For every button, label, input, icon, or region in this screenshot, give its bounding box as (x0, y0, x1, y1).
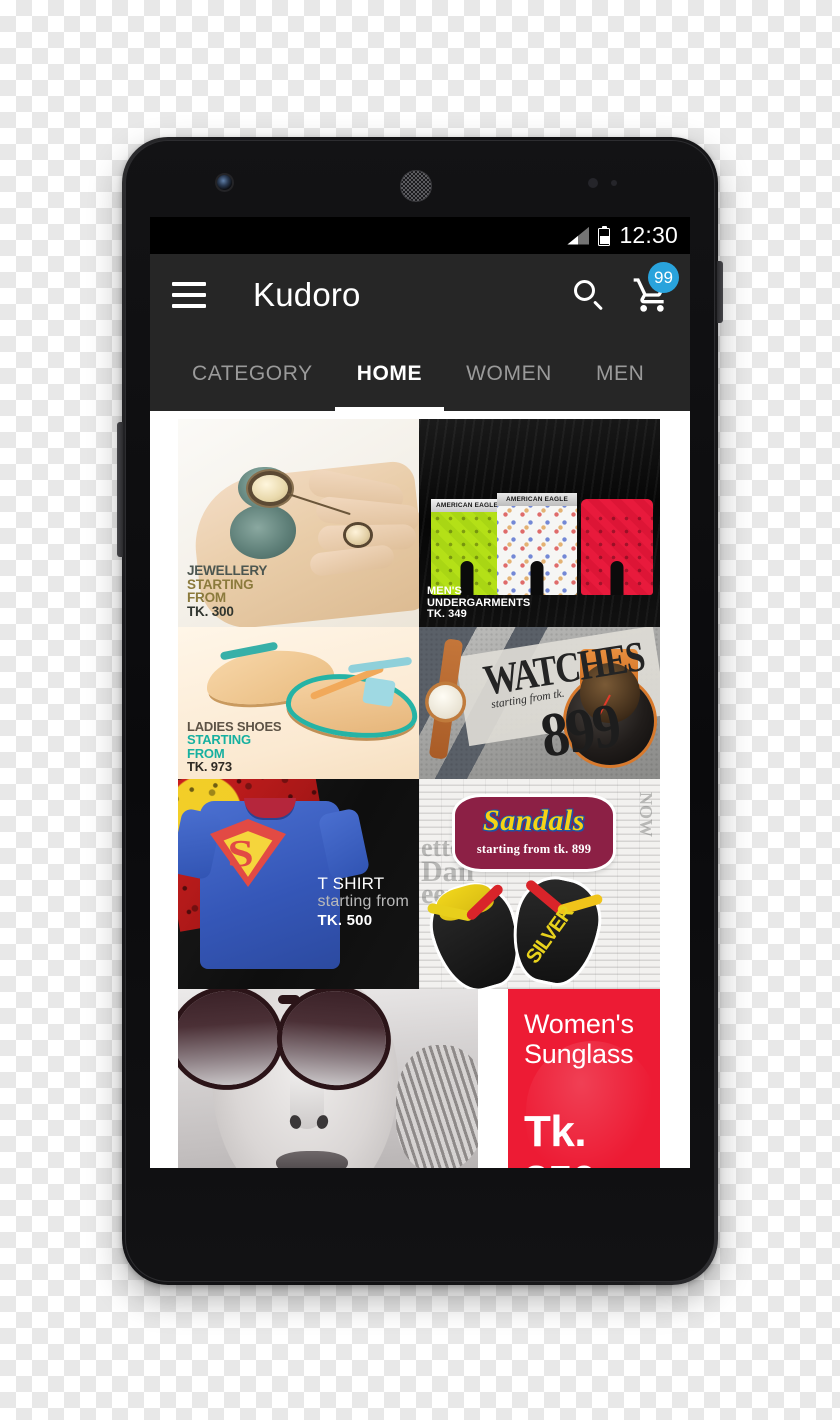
sandals-plaque: Sandals starting from tk. 899 (444, 797, 624, 869)
sunglass-photo-gutter (478, 989, 508, 1168)
product-tile-sandals[interactable]: ette Dail eez NOW Sandals starting from … (419, 779, 660, 989)
sandals-subtitle: starting from tk. 899 (476, 842, 592, 856)
tab-women[interactable]: WOMEN (444, 336, 574, 411)
tab-kids[interactable]: KIDS (666, 336, 690, 411)
tab-category[interactable]: CATEGORY (170, 336, 335, 411)
tab-men[interactable]: MEN (574, 336, 666, 411)
ladies-shoes-price: TK. 973 (187, 758, 232, 774)
product-tile-womens-sunglass[interactable]: Women's Sunglass Tk. 850 (178, 989, 660, 1168)
app-title: Kudoro (253, 276, 361, 313)
volume-rocker-button[interactable] (117, 422, 123, 557)
app-bar-actions: 99 (572, 262, 679, 315)
boxer-red (581, 499, 653, 595)
shopping-cart-icon[interactable]: 99 (632, 262, 679, 315)
status-bar: 12:30 (150, 217, 690, 254)
jewellery-caption-line2: STARTING (187, 576, 254, 592)
earpiece-speaker-icon (400, 170, 432, 202)
signal-strength-icon (567, 226, 590, 245)
undergarments-caption: MEN'S UNDERGARMENTS TK. 349 (427, 586, 530, 620)
watches-price: 899 (536, 690, 624, 772)
ladies-shoes-caption-line2: STARTING (187, 732, 251, 748)
boxer-green: AMERICAN EAGLE (431, 499, 503, 595)
tab-home[interactable]: HOME (334, 336, 445, 411)
status-bar-clock: 12:30 (619, 222, 678, 248)
undergarments-price: TK. 349 (427, 607, 467, 620)
phone-device: 12:30 Kudoro 99 CATEGORY HOME WOMEN MEN … (117, 137, 723, 1285)
proximity-sensor-icon (588, 178, 598, 188)
cart-badge: 99 (648, 262, 679, 293)
ladies-shoes-caption: LADIES SHOES STARTING FROM TK. 973 (187, 719, 282, 774)
content-area[interactable]: JEWELLERY STARTING FROM TK. 300 AMERICAN… (150, 411, 690, 1168)
ladies-shoes-caption-line3: FROM (187, 745, 225, 761)
product-tile-undergarments[interactable]: AMERICAN EAGLE AMERICAN EAGLE MEN'S UNDE… (419, 419, 660, 627)
phone-screen: 12:30 Kudoro 99 CATEGORY HOME WOMEN MEN … (150, 217, 690, 1168)
product-grid: JEWELLERY STARTING FROM TK. 300 AMERICAN… (178, 419, 660, 1168)
battery-icon (598, 225, 611, 246)
product-tile-ladies-shoes[interactable]: LADIES SHOES STARTING FROM TK. 973 (178, 627, 419, 779)
sunglass-price: Tk. 850 (524, 1107, 596, 1168)
tshirt-caption-line2: starting from (317, 893, 409, 911)
product-tile-tshirt[interactable]: S T SHIRT starting from TK. 500 (178, 779, 419, 989)
superman-logo-icon: S (227, 833, 254, 875)
ladies-shoes-caption-line1: LADIES SHOES (187, 719, 282, 734)
front-camera-icon (217, 175, 232, 190)
undergarments-caption-line1: MEN'S (427, 585, 462, 598)
product-tile-watches[interactable]: WATCHES starting from tk. 899 (419, 627, 660, 779)
app-bar: Kudoro 99 (150, 254, 690, 336)
sandals-title: Sandals (483, 804, 585, 837)
jewellery-caption-line3: FROM (187, 590, 226, 606)
light-sensor-icon (611, 180, 617, 186)
jewellery-caption-line1: JEWELLERY (187, 562, 268, 578)
product-tile-jewellery[interactable]: JEWELLERY STARTING FROM TK. 300 (178, 419, 419, 627)
sunglass-red-panel: Women's Sunglass Tk. 850 (508, 989, 660, 1168)
sunglass-title-line1: Women's (524, 1009, 634, 1039)
jewellery-price: TK. 300 (187, 604, 234, 620)
search-icon[interactable] (572, 278, 606, 312)
hamburger-menu-icon[interactable] (172, 282, 206, 308)
boxer-band-label: AMERICAN EAGLE (431, 499, 503, 512)
tshirt-caption: T SHIRT starting from TK. 500 (317, 875, 409, 928)
jewellery-caption: JEWELLERY STARTING FROM TK. 300 (187, 564, 267, 619)
sunglass-photo (178, 989, 478, 1168)
power-button[interactable] (717, 261, 723, 323)
tab-bar: CATEGORY HOME WOMEN MEN KIDS (150, 336, 690, 411)
tshirt-price: TK. 500 (317, 911, 373, 929)
boxer-white: AMERICAN EAGLE (497, 493, 577, 595)
boxer-band-label: AMERICAN EAGLE (497, 493, 577, 506)
tshirt-caption-line1: T SHIRT (317, 874, 385, 893)
